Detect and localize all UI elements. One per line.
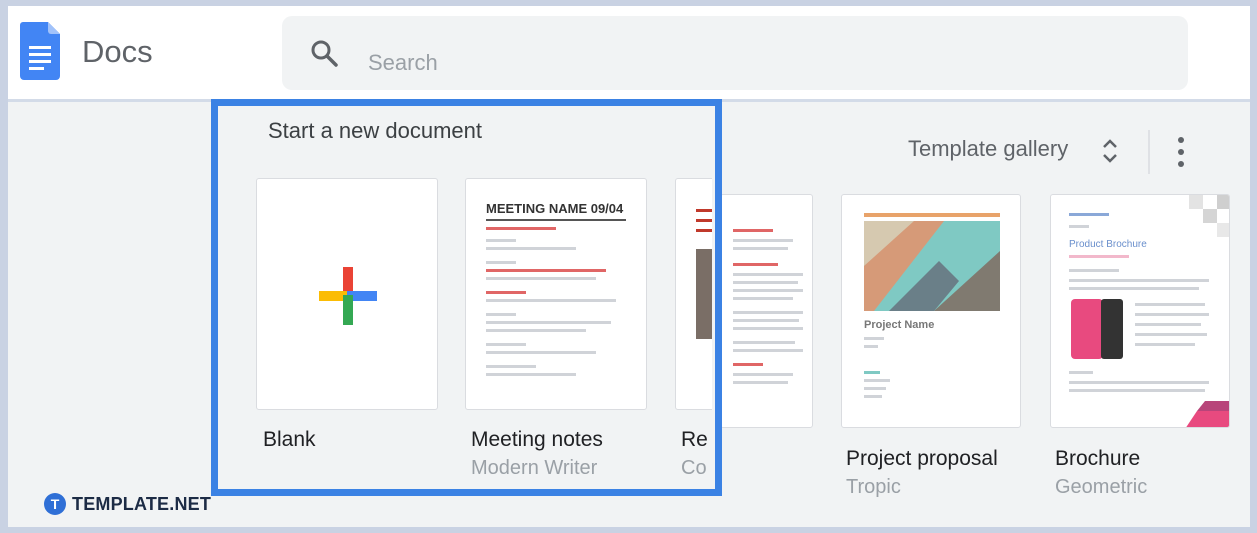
- preview-line: [1069, 371, 1093, 374]
- template-gallery-button[interactable]: Template gallery: [908, 136, 1068, 162]
- docs-home: Docs Search Template gallery Start a new…: [8, 6, 1250, 527]
- preview-line: [1135, 333, 1207, 336]
- sort-arrows-icon[interactable]: [1100, 134, 1120, 168]
- preview-rule: [864, 213, 1000, 217]
- preview-line: [733, 311, 803, 314]
- more-vert-icon[interactable]: [1174, 135, 1188, 169]
- toolbar-divider: [1148, 130, 1150, 174]
- preview-line: [864, 337, 884, 340]
- preview-line: [733, 363, 763, 366]
- preview-line: [1135, 323, 1201, 326]
- template-label-brochure[interactable]: Brochure: [1055, 447, 1140, 471]
- preview-line: [733, 229, 773, 232]
- preview-graphic: [864, 221, 1000, 311]
- preview-line: [1069, 255, 1129, 258]
- preview-line: [1069, 213, 1109, 216]
- preview-phone-pink: [1071, 299, 1103, 359]
- preview-heading: Project Name: [864, 319, 935, 331]
- preview-line: [1069, 287, 1199, 290]
- preview-line: [733, 239, 793, 242]
- brand-text: TEMPLATE.NET: [72, 493, 212, 514]
- preview-line: [733, 297, 793, 300]
- template-card-project-proposal[interactable]: Project Name: [841, 194, 1021, 428]
- preview-line: [1069, 389, 1205, 392]
- preview-line: [1069, 225, 1089, 228]
- preview-line: [733, 319, 799, 322]
- preview-line: [1069, 381, 1209, 384]
- preview-line: [733, 341, 795, 344]
- brand-watermark: T TEMPLATE.NET: [44, 492, 211, 516]
- preview-line: [733, 281, 798, 284]
- search-icon[interactable]: [310, 39, 338, 67]
- preview-line: [733, 381, 788, 384]
- top-bar: Docs Search: [8, 6, 1250, 102]
- preview-line: [733, 273, 803, 276]
- brand-logo-icon: T: [44, 493, 66, 515]
- template-subtitle-project-proposal: Tropic: [846, 476, 901, 498]
- preview-line: [864, 371, 880, 374]
- preview-line: [864, 395, 882, 398]
- preview-line: [733, 289, 803, 292]
- preview-line: [864, 345, 878, 348]
- highlight-box: [211, 99, 722, 496]
- preview-corner: [1189, 195, 1229, 237]
- preview-line: [1069, 279, 1209, 282]
- template-label-project-proposal[interactable]: Project proposal: [846, 447, 998, 471]
- preview-heading: Product Brochure: [1069, 239, 1147, 250]
- preview-line: [864, 387, 886, 390]
- preview-line: [733, 349, 803, 352]
- template-card-letter[interactable]: [720, 194, 813, 428]
- preview-line: [1069, 269, 1119, 272]
- preview-line: [733, 263, 778, 266]
- preview-footer-shape: [1186, 401, 1229, 427]
- preview-phone-dark: [1101, 299, 1123, 359]
- template-subtitle-brochure: Geometric: [1055, 476, 1148, 498]
- preview-line: [864, 379, 890, 382]
- preview-line: [1135, 343, 1195, 346]
- search-input[interactable]: Search: [368, 50, 438, 76]
- preview-line: [1135, 313, 1209, 316]
- preview-line: [733, 327, 803, 330]
- preview-line: [733, 373, 793, 376]
- template-card-brochure[interactable]: Product Brochure: [1050, 194, 1230, 428]
- preview-line: [733, 247, 788, 250]
- app-title: Docs: [82, 34, 153, 69]
- docs-logo-icon[interactable]: [20, 22, 60, 80]
- search-bar[interactable]: Search: [282, 16, 1188, 90]
- preview-line: [1135, 303, 1205, 306]
